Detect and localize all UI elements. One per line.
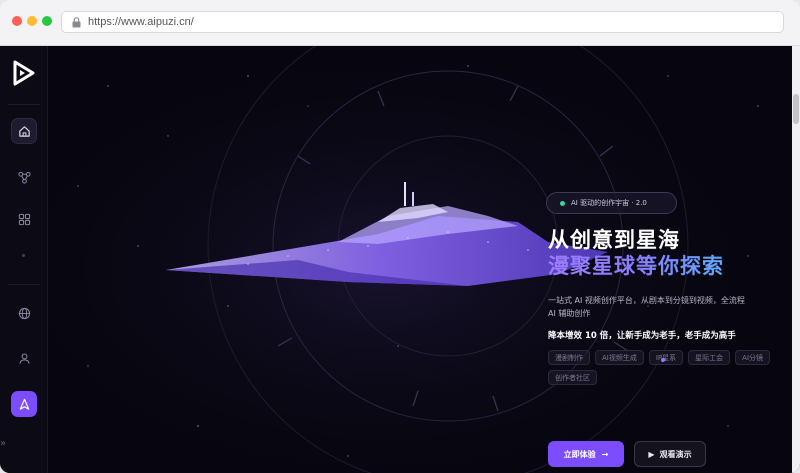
nodes-icon — [17, 171, 31, 184]
scrollbar[interactable] — [792, 46, 800, 473]
play-icon: ▶ — [648, 449, 655, 459]
sidebar-item-home[interactable] — [11, 118, 37, 144]
sidebar-item-profile[interactable] — [11, 345, 37, 371]
try-now-button[interactable]: 立即体验 → — [548, 441, 624, 467]
feature-tags: 漫剧制作 AI视频生成 IP星系 星际工会 AI分镜 创作者社区 — [548, 350, 784, 385]
sidebar: » — [0, 46, 48, 473]
grid-icon — [18, 213, 30, 225]
sidebar-item-language[interactable] — [11, 300, 37, 326]
app-logo[interactable] — [12, 60, 36, 86]
watch-demo-button[interactable]: ▶ 观看演示 — [634, 441, 706, 467]
mouse-cursor-dot — [661, 358, 665, 362]
url-text: https://www.aipuzi.cn/ — [88, 16, 194, 28]
page-viewport: » AI 驱动的创作宇宙 · 2.0 从创意到星海 漫聚星球等你探索 一站式 A… — [0, 46, 800, 473]
home-icon — [18, 125, 30, 137]
sidebar-item-create[interactable] — [11, 391, 37, 417]
feature-tag[interactable]: AI视频生成 — [595, 350, 644, 365]
status-dot-icon — [560, 200, 565, 206]
feature-tag[interactable]: 漫剧制作 — [548, 350, 590, 365]
scrollbar-thumb[interactable] — [793, 94, 799, 124]
address-bar[interactable]: https://www.aipuzi.cn/ — [61, 11, 784, 33]
browser-window: https://www.aipuzi.cn/ » AI 驱动的创作宇宙 · 2.… — [0, 0, 800, 473]
more-icon — [22, 254, 25, 257]
feature-tag[interactable]: 星际工会 — [688, 350, 731, 365]
browser-toolbar: https://www.aipuzi.cn/ — [0, 0, 800, 46]
lock-icon — [72, 16, 81, 27]
version-badge: AI 驱动的创作宇宙 · 2.0 — [546, 192, 677, 214]
badge-text: AI 驱动的创作宇宙 · 2.0 — [571, 199, 647, 207]
rocket-icon — [19, 398, 29, 410]
arrow-right-icon: → — [601, 449, 609, 459]
minimize-window-button[interactable] — [27, 16, 37, 26]
hero-slogan: 降本增效 10 倍，让新手成为老手，老手成为高手 — [548, 331, 736, 341]
sidebar-divider — [8, 104, 40, 105]
sidebar-divider — [8, 284, 40, 285]
sidebar-item-workflow[interactable] — [11, 164, 37, 190]
feature-tag[interactable]: AI分镜 — [735, 350, 771, 365]
close-window-button[interactable] — [12, 16, 22, 26]
hero-description: 一站式 AI 视频创作平台，从剧本到分镜到视频，全流程 AI 辅助创作 — [548, 296, 745, 318]
maximize-window-button[interactable] — [42, 16, 52, 26]
user-icon — [18, 353, 30, 364]
feature-tag[interactable]: IP星系 — [648, 350, 684, 365]
double-chevron-right-icon[interactable]: » — [0, 438, 6, 449]
hero-title-line2: 漫聚星球等你探索 — [548, 250, 724, 280]
watch-demo-label: 观看演示 — [659, 449, 692, 459]
feature-tag[interactable]: 创作者社区 — [548, 370, 597, 385]
try-now-label: 立即体验 — [563, 449, 596, 459]
sidebar-item-apps[interactable] — [11, 206, 37, 232]
globe-icon — [18, 307, 30, 319]
